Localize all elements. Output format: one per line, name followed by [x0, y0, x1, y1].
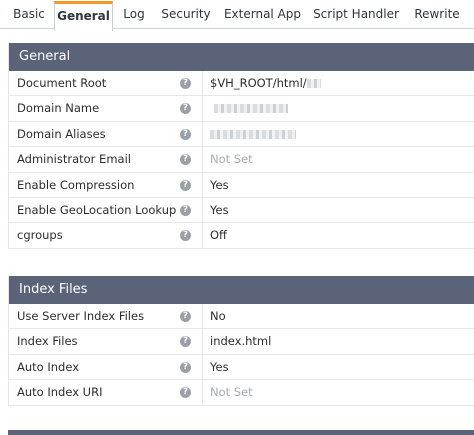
column-divider	[202, 329, 203, 354]
help-icon[interactable]: ?	[180, 230, 191, 242]
help-icon[interactable]: ?	[180, 311, 191, 322]
column-divider	[202, 96, 203, 121]
column-divider	[202, 380, 203, 405]
help-icon[interactable]: ?	[180, 78, 191, 89]
row-value: No	[210, 309, 226, 323]
table-row-cgroups: cgroups ? Off	[9, 223, 474, 249]
tab-bar: Basic General Log Security External App …	[0, 0, 474, 31]
help-icon[interactable]: ?	[180, 179, 191, 191]
row-value: Not Set	[210, 152, 253, 167]
table-row-domain-name: Domain Name ?	[9, 96, 474, 122]
row-value	[210, 122, 296, 147]
column-divider	[202, 354, 203, 380]
row-value: Yes	[210, 359, 229, 374]
tab-log[interactable]: Log	[115, 2, 153, 28]
next-section-header	[8, 430, 474, 435]
help-icon[interactable]: ?	[180, 336, 191, 348]
help-icon[interactable]: ?	[180, 103, 191, 115]
document-root-value: $VH_ROOT/html/	[210, 76, 307, 90]
column-divider	[202, 304, 203, 329]
table-row-domain-aliases: Domain Aliases ?	[9, 121, 474, 148]
column-divider	[202, 172, 203, 197]
column-divider	[202, 71, 203, 96]
help-icon[interactable]: ?	[180, 154, 191, 166]
tab-general[interactable]: General	[54, 1, 113, 31]
column-divider	[202, 121, 203, 147]
row-value: Not Set	[210, 385, 253, 400]
table-row-auto-index: Auto Index ? Yes	[9, 354, 474, 381]
row-value: Yes	[210, 202, 229, 217]
tab-security[interactable]: Security	[157, 2, 215, 28]
help-icon[interactable]: ?	[180, 204, 191, 216]
row-label: Use Server Index Files	[17, 309, 145, 323]
help-icon[interactable]: ?	[180, 361, 191, 373]
column-divider	[202, 197, 203, 223]
row-label: Domain Name	[17, 101, 100, 116]
row-value: Off	[210, 228, 227, 243]
table-row-index-files: Index Files ? index.html	[9, 329, 474, 355]
table-row-administrator-email: Administrator Email ? Not Set	[9, 147, 474, 173]
table-row-document-root: Document Root ? $VH_ROOT/html/	[9, 71, 474, 97]
row-label: Enable GeoLocation Lookup	[17, 202, 177, 217]
row-value: $VH_ROOT/html/	[210, 71, 321, 96]
tab-external-app[interactable]: External App	[221, 2, 304, 28]
redacted-text	[306, 79, 321, 88]
redacted-text	[214, 104, 288, 114]
tab-basic[interactable]: Basic	[6, 2, 52, 28]
redacted-text	[210, 129, 296, 139]
table-row-auto-index-uri: Auto Index URI ? Not Set	[9, 380, 474, 406]
index-files-section: Index Files Use Server Index Files ? No …	[8, 276, 474, 406]
row-label: Administrator Email	[17, 152, 131, 167]
row-label: Document Root	[17, 76, 107, 90]
row-label: Enable Compression	[17, 177, 135, 192]
row-value: index.html	[210, 334, 272, 349]
column-divider	[202, 147, 203, 172]
table-row-use-server-index-files: Use Server Index Files ? No	[9, 304, 474, 330]
row-label: Domain Aliases	[17, 126, 106, 141]
row-label: Auto Index	[17, 359, 80, 374]
column-divider	[202, 223, 203, 248]
tab-rewrite[interactable]: Rewrite	[408, 2, 466, 28]
table-row-enable-geolocation-lookup: Enable GeoLocation Lookup ? Yes	[9, 197, 474, 224]
help-icon[interactable]: ?	[180, 128, 191, 140]
general-section-title: General	[9, 43, 474, 71]
index-files-section-title: Index Files	[9, 276, 474, 304]
tab-script-handler[interactable]: Script Handler	[310, 2, 402, 28]
help-icon[interactable]: ?	[180, 387, 191, 399]
row-value: Yes	[210, 177, 229, 192]
row-label: Index Files	[17, 334, 78, 349]
general-section: General Document Root ? $VH_ROOT/html/ D…	[8, 43, 474, 249]
row-value	[210, 96, 288, 121]
row-label: Auto Index URI	[17, 385, 103, 400]
table-row-enable-compression: Enable Compression ? Yes	[9, 172, 474, 198]
row-label: cgroups	[17, 228, 63, 243]
